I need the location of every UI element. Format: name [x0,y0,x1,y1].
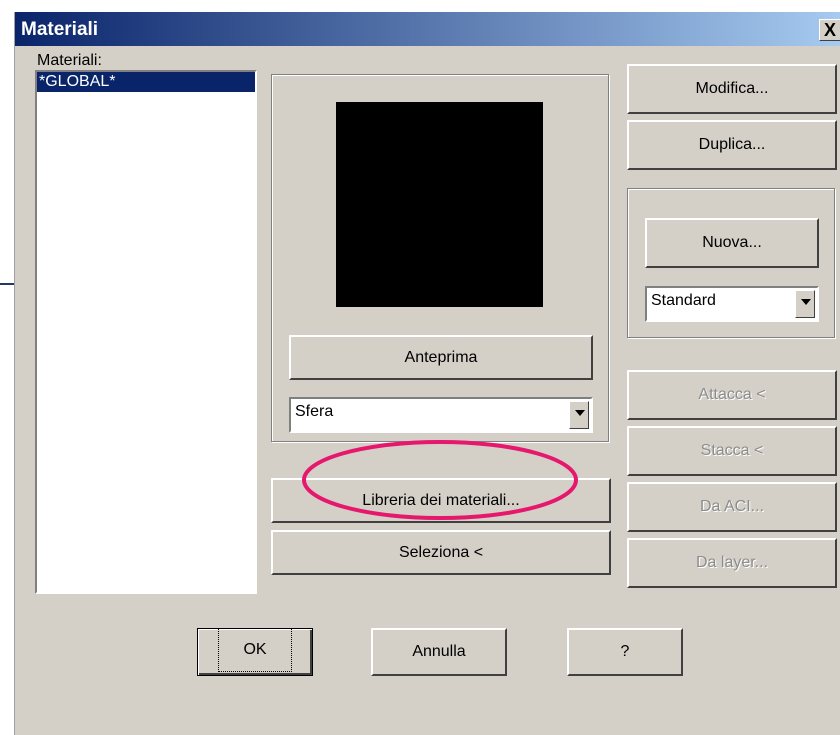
ok-button[interactable]: OK [197,628,313,676]
detach-label: Stacca < [700,442,764,459]
by-layer-button[interactable]: Da layer... [627,538,837,588]
materials-label: Materiali: [37,52,102,69]
by-aci-label: Da ACI... [699,498,765,515]
preview-image [336,102,543,307]
cancel-label: Annulla [412,643,466,660]
cancel-button[interactable]: Annulla [371,628,507,676]
preview-button[interactable]: Anteprima [289,335,593,380]
duplicate-button[interactable]: Duplica... [627,120,837,170]
materials-dialog: Materiali X Materiali: *GLOBAL* Anteprim… [14,12,840,735]
list-item[interactable]: *GLOBAL* [37,72,255,92]
ok-label: OK [218,628,292,672]
close-button[interactable]: X [819,19,840,41]
modify-label: Modifica... [695,80,769,97]
duplicate-label: Duplica... [698,136,766,153]
material-library-button[interactable]: Libreria dei materiali... [271,478,611,523]
list-item-label: *GLOBAL* [39,73,116,90]
title-bar: Materiali X [15,12,840,46]
detach-button[interactable]: Stacca < [627,426,837,476]
help-button[interactable]: ? [567,628,683,676]
preview-button-label: Anteprima [404,349,478,366]
by-aci-button[interactable]: Da ACI... [627,482,837,532]
attach-button[interactable]: Attacca < [627,370,837,420]
chevron-down-icon[interactable] [795,290,815,318]
help-label: ? [620,643,630,660]
type-select-value: Standard [651,292,716,309]
preview-shape-select[interactable]: Sfera [289,397,593,433]
material-type-select[interactable]: Standard [645,286,819,322]
select-button-label: Seleziona < [398,544,484,561]
materials-listbox[interactable]: *GLOBAL* [35,70,257,594]
chevron-down-icon[interactable] [569,401,589,429]
by-layer-label: Da layer... [695,554,769,571]
select-button[interactable]: Seleziona < [271,530,611,575]
shape-select-value: Sfera [295,403,334,420]
attach-label: Attacca < [698,386,766,403]
material-library-label: Libreria dei materiali... [362,492,520,509]
new-label: Nuova... [702,234,762,251]
close-icon: X [823,20,836,40]
new-button[interactable]: Nuova... [645,218,819,268]
modify-button[interactable]: Modifica... [627,64,837,114]
dialog-title: Materiali [21,19,99,40]
